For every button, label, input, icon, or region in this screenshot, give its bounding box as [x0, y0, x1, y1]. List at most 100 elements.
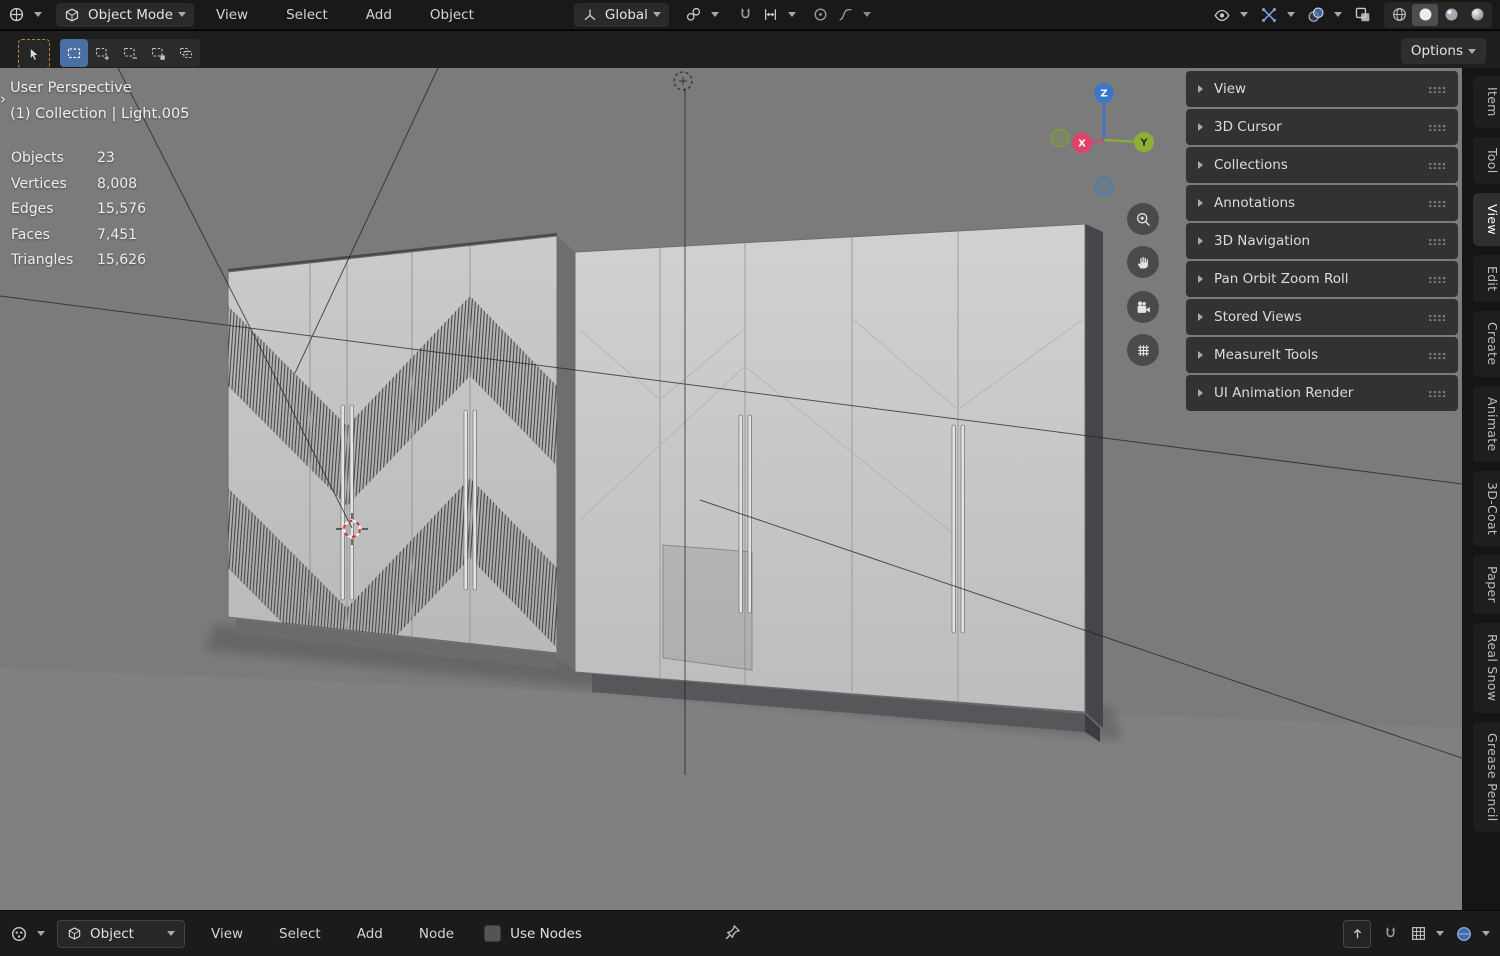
proportional-editing-button[interactable] [812, 6, 829, 23]
shading-mode-group [1384, 1, 1492, 28]
solid-shading-button[interactable] [1412, 3, 1438, 26]
grip-dots-icon[interactable] [1428, 85, 1446, 93]
xray-toggle-button[interactable] [1354, 6, 1372, 24]
parent-node-button[interactable] [1343, 919, 1371, 948]
select-box-new-button[interactable] [60, 39, 88, 67]
stat-edges: Edges 15,576 [11, 201, 146, 217]
menu-node[interactable]: Node [415, 926, 458, 942]
rendered-shading-button[interactable] [1464, 4, 1490, 26]
wireframe-shading-button[interactable] [1386, 4, 1412, 26]
panel-collections[interactable]: Collections [1186, 147, 1458, 183]
options-label: Options [1410, 43, 1463, 59]
select-box-icon [123, 47, 137, 59]
tweak-tool-button[interactable] [18, 39, 50, 69]
grip-dots-icon[interactable] [1428, 275, 1446, 283]
menu-view[interactable]: View [207, 926, 247, 942]
panel-measureit-tools[interactable]: MeasureIt Tools [1186, 337, 1458, 373]
3d-viewport[interactable]: › User Perspective (1) Collection | Ligh… [0, 68, 1462, 910]
magnet-icon [741, 8, 750, 19]
editor-type-button[interactable] [8, 6, 42, 23]
axis-y-ball[interactable]: Y [1134, 132, 1154, 152]
panel-annotations[interactable]: Annotations [1186, 185, 1458, 221]
blender-window: { "top_header": { "mode_label": "Object … [0, 0, 1500, 956]
select-box-extend-button[interactable] [88, 39, 116, 67]
cabinet-right[interactable] [574, 223, 1103, 742]
pan-button[interactable] [1127, 246, 1159, 278]
header-right-cluster [1213, 1, 1492, 28]
axis-x-ball[interactable]: X [1072, 133, 1092, 153]
overlays-select[interactable] [1307, 6, 1342, 24]
zoom-button[interactable] [1127, 203, 1159, 235]
grip-dots-icon[interactable] [1428, 351, 1446, 359]
snap-grid-select[interactable] [1410, 925, 1444, 942]
overlays-select[interactable] [1455, 925, 1490, 943]
select-box-invert-button[interactable] [144, 39, 172, 67]
panel-stored-views[interactable]: Stored Views [1186, 299, 1458, 335]
axis-z-ball[interactable]: Z [1094, 83, 1114, 103]
panel-pan-orbit-zoom-roll[interactable]: Pan Orbit Zoom Roll [1186, 261, 1458, 297]
shader-type-select[interactable]: Object [57, 919, 185, 948]
tab-paper[interactable]: Paper [1473, 555, 1500, 615]
menu-select[interactable]: Select [282, 7, 332, 23]
orientation-label: Global [604, 6, 648, 23]
grip-dots-icon[interactable] [1428, 389, 1446, 397]
tab-edit[interactable]: Edit [1473, 255, 1500, 303]
mode-select[interactable]: Object Mode [56, 2, 195, 27]
snap-settings-select[interactable] [762, 6, 796, 23]
tab-animate[interactable]: Animate [1473, 385, 1500, 463]
wireframe-shading-icon [1392, 8, 1406, 21]
object-visibility-select[interactable] [1213, 6, 1248, 24]
grip-dots-icon[interactable] [1428, 199, 1446, 207]
material-shading-button[interactable] [1438, 4, 1464, 26]
grip-dots-icon[interactable] [1428, 313, 1446, 321]
pin-button[interactable] [723, 923, 742, 942]
tab-view[interactable]: View [1473, 193, 1500, 247]
axis-neg-y-ball[interactable] [1050, 128, 1070, 148]
select-box-icon [180, 48, 192, 58]
tab-3d-coat[interactable]: 3D-Coat [1473, 471, 1500, 547]
tab-real-snow[interactable]: Real Snow [1473, 623, 1500, 713]
select-box-subtract-button[interactable] [116, 39, 144, 67]
tab-tool[interactable]: Tool [1473, 136, 1500, 185]
panel-view[interactable]: View [1186, 71, 1458, 107]
editor-type-button[interactable] [10, 925, 45, 943]
chevron-down-icon [1240, 12, 1248, 17]
use-nodes-control[interactable]: Use Nodes [484, 925, 582, 942]
chevron-down-icon [652, 12, 661, 17]
falloff-select[interactable] [837, 6, 871, 23]
svg-text:Z: Z [1100, 89, 1107, 100]
cabinet-left[interactable] [227, 233, 558, 688]
use-nodes-checkbox[interactable] [484, 925, 502, 942]
menu-add[interactable]: Add [362, 7, 396, 23]
menu-object[interactable]: Object [426, 7, 478, 23]
tab-item[interactable]: Item [1473, 76, 1500, 128]
menu-add[interactable]: Add [353, 926, 387, 942]
toolbar-toggle-arrow[interactable]: › [0, 90, 6, 108]
pivot-point-select[interactable] [685, 6, 719, 23]
options-dropdown[interactable]: Options [1400, 38, 1486, 64]
axis-neg-z-ball[interactable] [1094, 176, 1114, 196]
perspective-toggle-button[interactable] [1127, 334, 1159, 366]
tab-grease-pencil[interactable]: Grease Pencil [1473, 721, 1500, 833]
camera-view-button[interactable] [1127, 291, 1159, 323]
tab-create[interactable]: Create [1473, 311, 1500, 377]
cube-icon [68, 927, 81, 940]
select-box-intersect-button[interactable] [172, 39, 200, 67]
gizmos-select[interactable] [1260, 6, 1295, 24]
panel-3d-navigation[interactable]: 3D Navigation [1186, 223, 1458, 259]
menu-select[interactable]: Select [275, 926, 325, 942]
panel-ui-animation-render[interactable]: UI Animation Render [1186, 375, 1458, 411]
axes-icon [584, 9, 596, 20]
transform-orientation-select[interactable]: Global [573, 2, 669, 27]
navigation-gizmo[interactable]: Z X Y [1040, 78, 1168, 206]
shader-editor-header: Object View Select Add Node Use Nodes [0, 910, 1500, 956]
menu-view[interactable]: View [212, 7, 252, 23]
snap-toggle-button[interactable] [737, 6, 754, 23]
light-empty-gizmo[interactable] [673, 71, 693, 91]
grip-dots-icon[interactable] [1428, 161, 1446, 169]
panel-3d-cursor[interactable]: 3D Cursor [1186, 109, 1458, 145]
snap-toggle-button[interactable] [1382, 925, 1399, 942]
chevron-down-icon [1482, 931, 1490, 936]
grip-dots-icon[interactable] [1428, 123, 1446, 131]
grip-dots-icon[interactable] [1428, 237, 1446, 245]
